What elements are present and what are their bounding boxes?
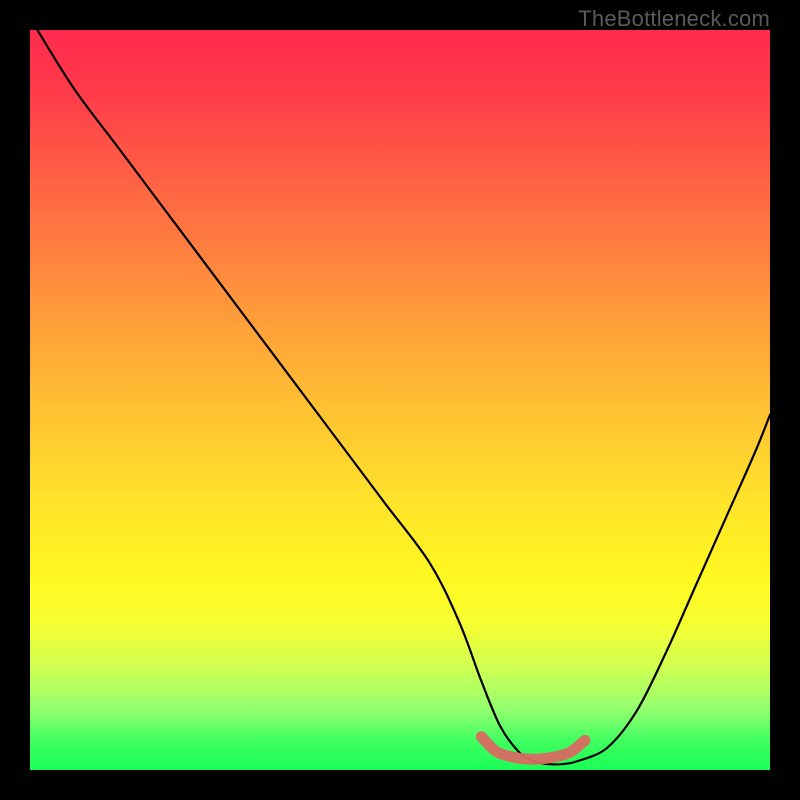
highlight-band-path xyxy=(481,737,585,759)
plot-area xyxy=(30,30,770,770)
curve-svg xyxy=(30,30,770,770)
bottleneck-curve-path xyxy=(37,30,770,764)
watermark-text: TheBottleneck.com xyxy=(578,6,770,32)
bottleneck-chart: TheBottleneck.com xyxy=(0,0,800,800)
